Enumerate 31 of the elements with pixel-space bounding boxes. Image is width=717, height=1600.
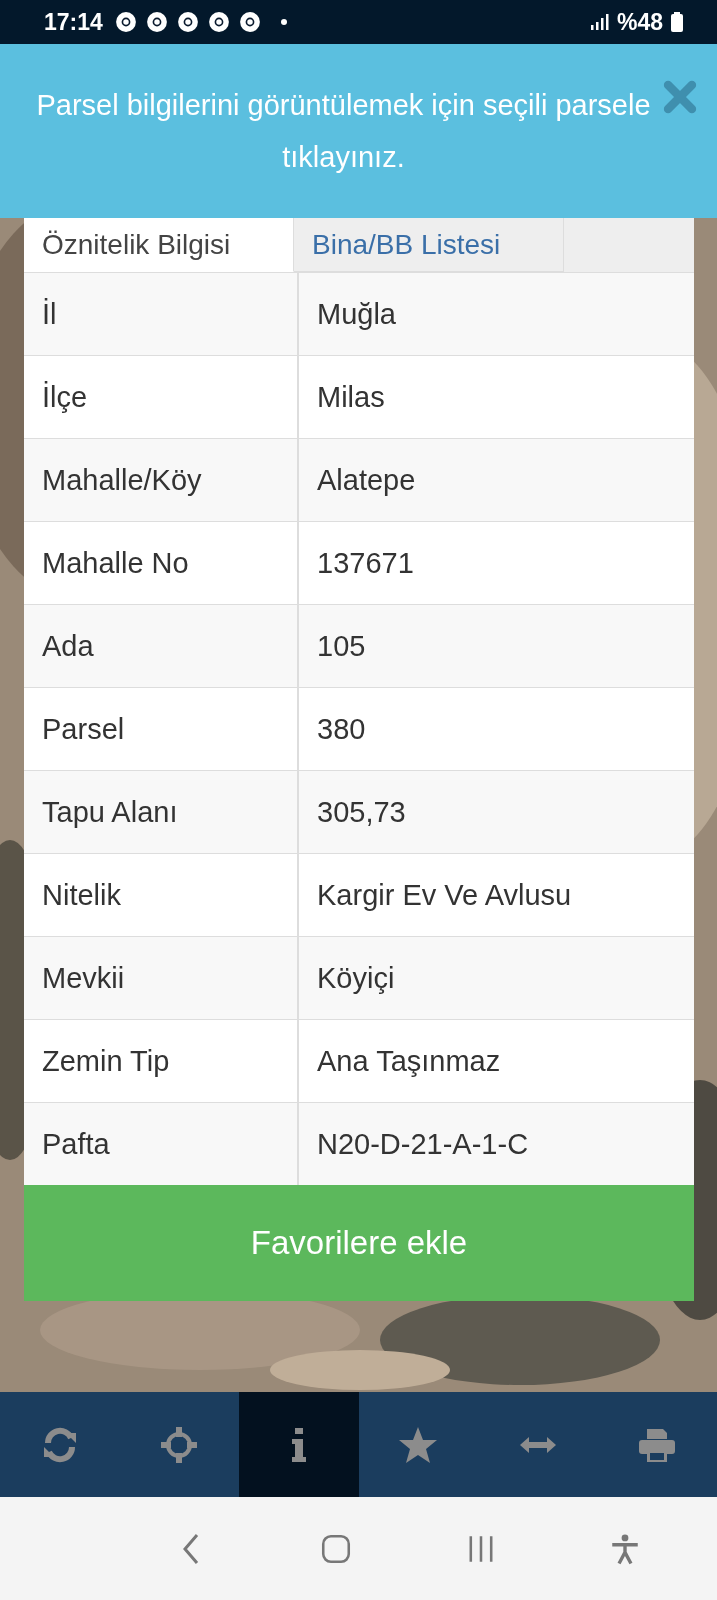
table-cell: Mevkii: [24, 937, 299, 1019]
table-cell-text: 380: [316, 711, 367, 747]
browser-icon: [114, 11, 137, 33]
tab[interactable]: Öznitelik Bilgisi: [24, 218, 294, 272]
table-cell-text: N20-D-21-A-1-C: [316, 1126, 530, 1162]
browser-icon: [145, 11, 168, 33]
table-cell-text: 105: [316, 628, 367, 664]
table-cell-text: 305,73: [316, 794, 407, 830]
table-cell-text: Ana Taşınmaz: [316, 1043, 502, 1079]
toolbar-button[interactable]: [239, 1392, 359, 1497]
browser-icon: [176, 11, 199, 33]
table-cell-text: 137671: [316, 545, 415, 581]
table-cell-text: Muğla: [316, 296, 397, 332]
table-cell: Mahalle/Köy: [24, 439, 299, 521]
table-cell-text: Kargir Ev Ve Avlusu: [316, 877, 573, 913]
banner-message: Parsel bilgilerini görüntülemek için seçili parsele tıklayınız.: [35, 88, 652, 175]
table-cell: İl: [24, 273, 299, 355]
table-cell-text: Milas: [316, 379, 386, 415]
signal-icon: [588, 14, 609, 30]
table-cell: Ada: [24, 605, 299, 687]
battery-percent: %48: [616, 8, 663, 36]
table-cell: Tapu Alanı: [24, 771, 299, 853]
add-favorites-button[interactable]: Favorilere ekle: [24, 1185, 694, 1301]
browser-icon: [207, 11, 230, 33]
battery-icon: [671, 12, 683, 32]
table-cell-text: Alatepe: [316, 462, 417, 498]
dot-icon: [279, 18, 288, 26]
clock: 17:14: [44, 8, 103, 36]
crosshair-icon: [159, 1424, 200, 1465]
browser-icon: [238, 11, 261, 33]
table-cell-text: Köyiçi: [316, 960, 396, 996]
